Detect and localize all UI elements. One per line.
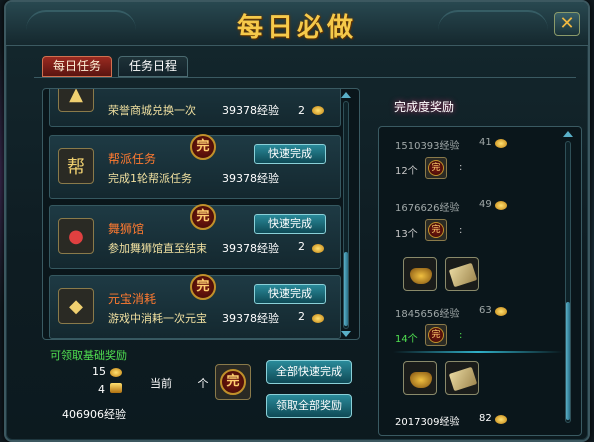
task-exp: 39378经验 — [222, 172, 279, 185]
daily-tasks-window: 每日必做 ✕ 每日任务 任务日程 ▲ 荣誉商城兑换一次 39378经验 2 帮 … — [4, 0, 590, 442]
coin-icon — [495, 201, 507, 210]
coin-icon — [495, 307, 507, 316]
ingot-icon: ◆ — [58, 288, 94, 324]
completed-seal-icon: 完 — [428, 222, 444, 238]
tab-task-schedule[interactable]: 任务日程 — [118, 56, 189, 77]
task-list-scrollbar[interactable] — [343, 101, 349, 329]
tier-colon: : — [459, 225, 463, 236]
task-list: ▲ 荣誉商城兑换一次 39378经验 2 帮 完 快速完成 帮派任务 完成1轮帮… — [42, 88, 360, 340]
quick-complete-button[interactable]: 快速完成 — [254, 144, 326, 164]
coin-icon — [110, 368, 122, 377]
coin-icon — [495, 139, 507, 148]
close-button[interactable]: ✕ — [554, 12, 580, 36]
task-item-ingot-spend: ◆ 完 快速完成 元宝消耗 游戏中消耗一次元宝 39378经验 2 — [49, 274, 341, 339]
total-exp: 406906经验 — [62, 408, 126, 421]
coin-icon — [495, 415, 507, 424]
current-label: 当前 个 — [150, 377, 209, 390]
tier-seal: 完 — [425, 219, 447, 241]
tier-seal: 完 — [425, 157, 447, 179]
title-bar: 每日必做 ✕ — [6, 2, 588, 46]
base-reward-title: 可领取基础奖励 — [50, 349, 127, 362]
lion-icon: ● — [58, 218, 94, 254]
tier-coin-count: 49 — [479, 199, 492, 210]
task-item-guild: 帮 完 快速完成 帮派任务 完成1轮帮派任务 39378经验 — [49, 134, 341, 199]
coin-count: 15 — [92, 365, 106, 378]
gold-icon — [110, 383, 122, 393]
tier-requirement: 13个 — [395, 229, 418, 240]
gold-count: 4 — [98, 383, 105, 396]
complete-all-button[interactable]: 全部快速完成 — [266, 360, 352, 384]
scroll-item-icon[interactable] — [445, 257, 479, 291]
treasure-pot-icon[interactable] — [403, 257, 437, 291]
quick-complete-button[interactable]: 快速完成 — [254, 284, 326, 304]
tier-colon: : — [459, 162, 463, 173]
task-name: 元宝消耗 — [108, 292, 157, 306]
task-exp: 39378经验 — [222, 242, 279, 255]
task-item-honor-shop: ▲ 荣誉商城兑换一次 39378经验 2 — [49, 89, 341, 127]
scrollbar-thumb[interactable] — [566, 302, 570, 420]
shop-icon: ▲ — [58, 89, 94, 112]
task-exp: 39378经验 — [222, 104, 279, 117]
window-title: 每日必做 — [236, 13, 357, 43]
task-reward-count: 2 — [298, 104, 305, 117]
reward-panel-title: 完成度奖励 — [394, 100, 455, 114]
guild-icon: 帮 — [58, 148, 94, 184]
tab-divider — [34, 77, 576, 78]
quick-complete-button[interactable]: 快速完成 — [254, 214, 326, 234]
task-desc: 参加舞狮馆直至结束 — [108, 242, 207, 255]
completed-seal-icon: 完 — [220, 369, 246, 395]
tier-exp: 1845656经验 — [395, 309, 460, 320]
completed-seal-icon: 完 — [190, 204, 216, 230]
tier-coin-count: 63 — [479, 305, 492, 316]
task-exp: 39378经验 — [222, 312, 279, 325]
completed-seal-icon: 完 — [428, 160, 444, 176]
task-reward-count: 2 — [298, 310, 305, 323]
tier-requirement: 14个 — [395, 334, 418, 345]
coin-icon — [312, 244, 324, 253]
tier-exp: 1676626经验 — [395, 203, 460, 214]
scroll-up-icon[interactable] — [563, 131, 573, 137]
task-name: 帮派任务 — [108, 152, 157, 166]
scroll-up-icon[interactable] — [341, 92, 351, 98]
coin-icon — [312, 106, 324, 115]
close-icon: ✕ — [559, 13, 575, 34]
tier-exp: 1510393经验 — [395, 141, 460, 152]
reward-panel-scrollbar[interactable] — [565, 141, 571, 423]
tier-colon: : — [459, 330, 463, 341]
tab-daily-tasks[interactable]: 每日任务 — [42, 56, 113, 77]
completed-seal-icon: 完 — [428, 327, 444, 343]
claim-all-button[interactable]: 领取全部奖励 — [266, 394, 352, 418]
current-tier-divider — [393, 351, 563, 353]
tier-coin-count: 41 — [479, 137, 492, 148]
tier-seal: 完 — [425, 324, 447, 346]
coin-icon — [312, 314, 324, 323]
task-item-lion-dance: ● 完 快速完成 舞狮馆 参加舞狮馆直至结束 39378经验 2 — [49, 204, 341, 269]
current-seal-box: 完 — [215, 364, 251, 400]
task-name: 舞狮馆 — [108, 222, 145, 236]
task-desc: 荣誉商城兑换一次 — [108, 104, 196, 117]
tier-coin-count: 82 — [479, 413, 492, 424]
tier-requirement: 12个 — [395, 166, 418, 177]
completed-seal-icon: 完 — [190, 134, 216, 160]
completed-seal-icon: 完 — [190, 274, 216, 300]
reward-panel: 1510393经验 41 12个 完 : 1676626经验 49 13个 完 … — [378, 126, 582, 436]
scrollbar-thumb[interactable] — [344, 252, 348, 326]
tier-exp: 2017309经验 — [395, 417, 460, 428]
treasure-pot-icon[interactable] — [403, 361, 437, 395]
task-desc: 完成1轮帮派任务 — [108, 172, 192, 185]
task-reward-count: 2 — [298, 240, 305, 253]
scroll-down-icon[interactable] — [341, 331, 351, 337]
task-desc: 游戏中消耗一次元宝 — [108, 312, 207, 325]
scroll-item-icon[interactable] — [445, 361, 479, 395]
